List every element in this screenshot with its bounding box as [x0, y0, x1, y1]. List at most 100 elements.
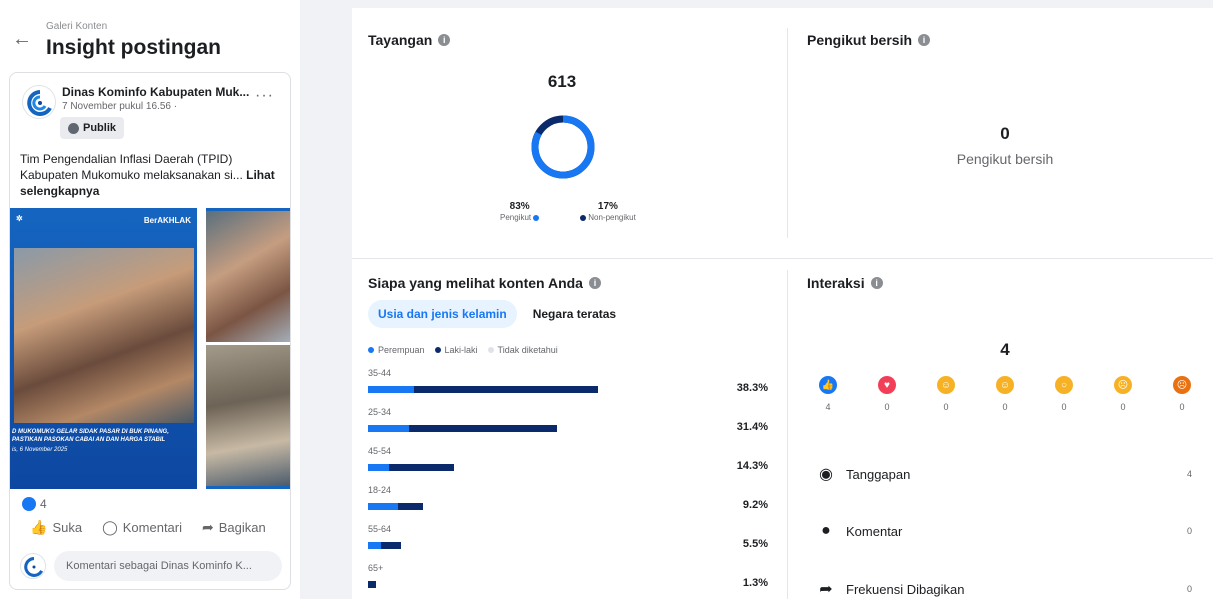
- net-followers-section-title: Pengikut bersih i: [807, 32, 931, 48]
- reaction-count: 0: [943, 402, 949, 412]
- female-bar-segment: [368, 542, 382, 549]
- divider: [787, 28, 788, 238]
- post-image-top-right[interactable]: [206, 208, 290, 342]
- reactions-icon: ◉: [819, 466, 833, 483]
- more-options-icon[interactable]: ···: [255, 87, 274, 105]
- age-label: 18-24: [368, 485, 392, 495]
- privacy-badge[interactable]: Publik: [60, 117, 125, 139]
- page-avatar[interactable]: [22, 85, 56, 119]
- post-image-bottom-right[interactable]: [206, 345, 290, 489]
- age-percent: 14.3%: [736, 460, 768, 472]
- post-caption: Tim Pengendalian Inflasi Daerah (TPID) K…: [20, 151, 286, 199]
- followers-label: Pengikut: [500, 213, 532, 222]
- male-bar-segment: [368, 581, 376, 588]
- interactions-section-title: Interaksi i: [807, 275, 883, 291]
- like-count[interactable]: 4: [22, 497, 47, 511]
- share-button[interactable]: ➦ Bagikan: [202, 519, 266, 536]
- age-percent: 5.5%: [742, 538, 768, 550]
- care-reaction-icon: ☺: [937, 376, 955, 394]
- age-label: 65+: [368, 563, 384, 573]
- male-dot-icon: [434, 347, 441, 353]
- market-photo: [14, 248, 194, 423]
- reaction-haha: ☺ 0: [995, 376, 1015, 412]
- nonfollowers-dot-icon: [580, 214, 586, 221]
- nonfollowers-stat: 17% Non-pengikut: [580, 201, 636, 222]
- reaction-breakdown: 👍 4 ♥ 0 ☺ 0 ☺ 0 ○ 0 ☹ 0 ☹ 0: [818, 376, 1192, 412]
- age-bar: [368, 542, 402, 549]
- image-caption: D MUKOMUKO GELAR SIDAK PASAR DI BUK PINA…: [12, 429, 169, 453]
- audience-tabs: Usia dan jenis kelamin Negara teratas: [368, 300, 626, 328]
- back-arrow-icon[interactable]: ←: [12, 28, 32, 51]
- female-bar-segment: [368, 503, 399, 510]
- reaction-care: ☺ 0: [936, 376, 956, 412]
- comment-composer: Komentari sebagai Dinas Kominfo K...: [20, 551, 282, 581]
- thumbs-up-icon: 👍: [30, 519, 48, 535]
- reaction-count: 0: [884, 402, 890, 412]
- post-date[interactable]: 7 November pukul 16.56 ·: [62, 101, 177, 112]
- post-card: Dinas Kominfo Kabupaten Muk... 7 Novembe…: [9, 72, 291, 590]
- commenter-avatar[interactable]: [20, 553, 46, 579]
- info-icon[interactable]: i: [918, 34, 931, 46]
- unknown-dot-icon: [487, 347, 494, 353]
- followers-dot-icon: [533, 214, 540, 221]
- age-percent: 9.2%: [742, 499, 768, 511]
- age-row: 65+ 1.3%: [368, 563, 768, 599]
- reaction-count: 0: [1120, 402, 1126, 412]
- reaction-love: ♥ 0: [877, 376, 897, 412]
- reaction-count: 0: [1179, 402, 1185, 412]
- views-total: 613: [547, 72, 577, 91]
- comment-button[interactable]: ◯ Komentari: [102, 519, 182, 536]
- info-icon[interactable]: i: [588, 277, 601, 289]
- age-label: 35-44: [368, 368, 392, 378]
- post-image-main[interactable]: ✲ BerAKHLAK D MUKOMUKO GELAR SIDAK PASAR…: [10, 208, 197, 489]
- angry-reaction-icon: ☹: [1173, 376, 1191, 394]
- age-bar: [368, 503, 424, 510]
- comment-input[interactable]: Komentari sebagai Dinas Kominfo K...: [54, 551, 282, 581]
- tab-age-gender[interactable]: Usia dan jenis kelamin: [368, 300, 517, 328]
- reaction-sad: ☹ 0: [1113, 376, 1133, 412]
- comment-icon: ●: [821, 522, 831, 539]
- post-author[interactable]: Dinas Kominfo Kabupaten Muk...: [62, 85, 249, 99]
- interaction-row-reactions: ◉ Tanggapan 4: [819, 466, 1192, 483]
- female-bar-segment: [368, 386, 414, 393]
- age-percent: 38.3%: [736, 382, 768, 394]
- reaction-count: 4: [825, 402, 831, 412]
- breadcrumb[interactable]: Galeri Konten: [46, 21, 107, 32]
- interaction-row-comments: ● Komentar 0: [818, 522, 1192, 540]
- privacy-label: Publik: [83, 122, 117, 134]
- like-reaction-icon: [22, 497, 36, 511]
- age-label: 55-64: [368, 524, 392, 534]
- followers-stat: 83% Pengikut: [500, 201, 540, 222]
- page-title: Insight postingan: [46, 36, 221, 59]
- info-icon[interactable]: i: [870, 277, 883, 289]
- divider: [352, 258, 1213, 259]
- male-bar-segment: [398, 503, 424, 510]
- legend-male: Laki-laki: [434, 345, 478, 355]
- info-icon[interactable]: i: [438, 34, 451, 46]
- comment-bubble-icon: ◯: [102, 519, 118, 535]
- age-bar: [368, 425, 557, 432]
- views-donut-chart: [531, 115, 595, 179]
- age-row: 18-24 9.2%: [368, 485, 768, 524]
- share-icon: ➦: [819, 581, 833, 598]
- post-actions: 👍 Suka ◯ Komentari ➦ Bagikan: [30, 519, 266, 536]
- female-dot-icon: [368, 347, 374, 353]
- sad-reaction-icon: ☹: [1114, 376, 1132, 394]
- male-bar-segment: [409, 425, 557, 432]
- like-reaction-icon: 👍: [819, 376, 837, 394]
- male-bar-segment: [389, 464, 454, 471]
- image-badge: BerAKHLAK: [143, 216, 191, 225]
- reaction-wow: ○ 0: [1054, 376, 1074, 412]
- age-row: 25-34 31.4%: [368, 407, 768, 446]
- views-section-title: Tayangan i: [368, 32, 451, 48]
- haha-reaction-icon: ☺: [996, 376, 1014, 394]
- reaction-count: 0: [1061, 402, 1067, 412]
- nonfollowers-label: Non-pengikut: [588, 213, 636, 222]
- reaction-count: 0: [1002, 402, 1008, 412]
- age-label: 25-34: [368, 407, 392, 417]
- globe-icon: [68, 122, 79, 134]
- tab-top-countries[interactable]: Negara teratas: [523, 300, 626, 328]
- like-button[interactable]: 👍 Suka: [30, 519, 82, 536]
- male-bar-segment: [381, 542, 402, 549]
- age-row: 35-44 38.3%: [368, 368, 768, 407]
